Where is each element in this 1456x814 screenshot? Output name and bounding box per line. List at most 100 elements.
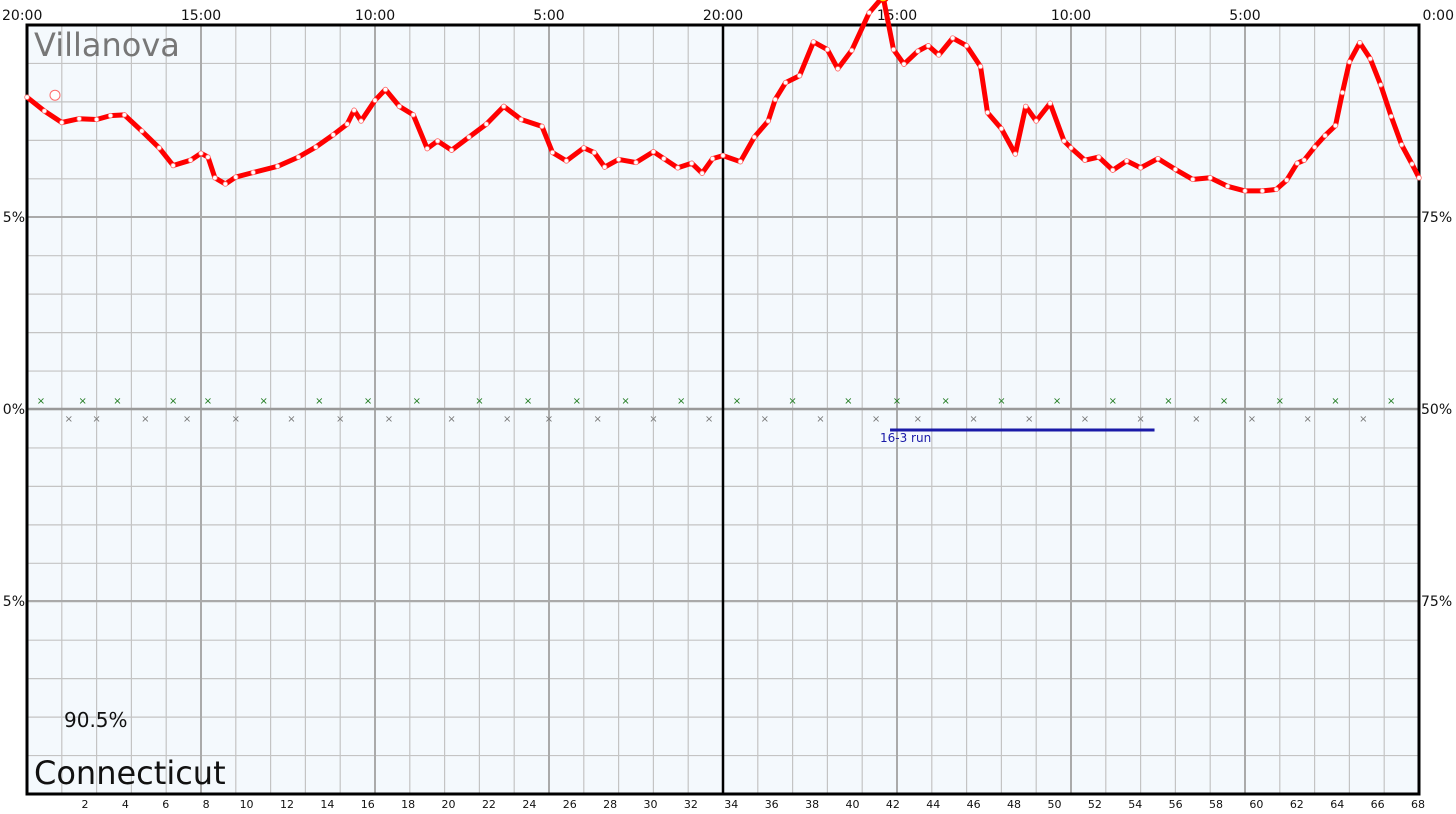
bottom-axis-label: 38 bbox=[805, 798, 819, 811]
score-marker: × bbox=[844, 396, 852, 407]
bottom-axis-label: 16 bbox=[361, 798, 375, 811]
score-marker: × bbox=[1053, 396, 1061, 407]
data-point bbox=[1357, 39, 1363, 46]
score-marker: × bbox=[1136, 414, 1144, 425]
run-label: 16-3 run bbox=[880, 431, 932, 445]
data-point bbox=[187, 157, 194, 163]
data-point bbox=[737, 159, 744, 165]
data-point bbox=[1367, 56, 1373, 62]
score-marker: × bbox=[893, 396, 901, 407]
score-marker: × bbox=[705, 414, 713, 425]
score-marker: × bbox=[997, 396, 1005, 407]
data-point bbox=[1339, 89, 1346, 96]
data-point bbox=[925, 43, 932, 49]
data-point bbox=[351, 107, 357, 113]
score-marker: × bbox=[649, 414, 657, 425]
data-point bbox=[518, 116, 524, 123]
data-point bbox=[1388, 113, 1394, 120]
data-point bbox=[765, 118, 771, 124]
data-point bbox=[313, 144, 319, 150]
data-point bbox=[1172, 166, 1179, 173]
right-axis-label: 75% bbox=[1421, 210, 1452, 226]
data-point bbox=[372, 97, 378, 103]
data-point bbox=[1398, 142, 1405, 148]
data-point bbox=[212, 175, 218, 181]
score-marker: × bbox=[287, 414, 295, 425]
data-point bbox=[1068, 145, 1074, 151]
data-point bbox=[76, 115, 82, 122]
score-marker: × bbox=[475, 396, 483, 407]
data-point bbox=[59, 119, 65, 126]
bottom-axis-label: 66 bbox=[1371, 798, 1385, 811]
bottom-axis-label: 44 bbox=[926, 798, 940, 811]
data-point bbox=[1137, 165, 1144, 171]
data-point bbox=[205, 154, 211, 160]
data-point bbox=[751, 134, 758, 140]
bottom-axis-label: 54 bbox=[1128, 798, 1142, 811]
score-marker: × bbox=[65, 414, 73, 425]
score-marker: × bbox=[816, 414, 824, 425]
data-point bbox=[434, 138, 441, 144]
data-point bbox=[810, 39, 817, 45]
score-marker: × bbox=[594, 414, 602, 425]
bottom-axis-label: 20 bbox=[442, 798, 456, 811]
data-point bbox=[699, 170, 705, 176]
data-point bbox=[835, 66, 841, 72]
bottom-axis-label: 46 bbox=[967, 798, 981, 811]
score-marker: × bbox=[733, 396, 741, 407]
start-probability-label: 90.5% bbox=[64, 708, 128, 732]
data-point bbox=[963, 43, 970, 49]
data-point bbox=[170, 162, 176, 169]
data-point bbox=[650, 149, 657, 155]
team-villanova-label: Villanova bbox=[34, 26, 180, 64]
data-point bbox=[1378, 82, 1384, 88]
score-marker: × bbox=[969, 414, 977, 425]
score-marker: × bbox=[183, 414, 191, 425]
team-connecticut-label: Connecticut bbox=[34, 754, 226, 792]
data-point bbox=[1259, 188, 1266, 194]
score-marker: × bbox=[914, 414, 922, 425]
data-point bbox=[274, 163, 281, 170]
left-axis-label: 0% bbox=[3, 402, 25, 418]
data-point bbox=[1155, 155, 1161, 162]
data-point bbox=[344, 121, 350, 127]
score-marker: × bbox=[872, 414, 880, 425]
data-point bbox=[1123, 158, 1130, 164]
data-point bbox=[382, 86, 389, 93]
data-point bbox=[1190, 176, 1196, 183]
score-marker: × bbox=[1081, 414, 1089, 425]
bottom-axis-label: 14 bbox=[320, 798, 334, 811]
left-axis-label: 5% bbox=[3, 594, 25, 610]
data-point bbox=[1047, 100, 1053, 107]
data-point bbox=[1416, 175, 1422, 181]
score-marker: × bbox=[364, 396, 372, 407]
bottom-axis-label: 30 bbox=[644, 798, 658, 811]
top-axis-label: 5:00 bbox=[1229, 8, 1260, 24]
data-point bbox=[1023, 103, 1029, 110]
data-point bbox=[772, 96, 778, 103]
data-point bbox=[998, 125, 1005, 132]
score-marker: × bbox=[413, 396, 421, 407]
bottom-axis-label: 26 bbox=[563, 798, 577, 811]
bottom-axis-label: 52 bbox=[1088, 798, 1102, 811]
data-point bbox=[139, 128, 145, 134]
data-point bbox=[661, 155, 667, 162]
left-axis-label: 5% bbox=[3, 210, 25, 226]
top-axis-label: 0:00 bbox=[1423, 8, 1454, 24]
data-point bbox=[1224, 183, 1231, 189]
score-marker: × bbox=[232, 414, 240, 425]
data-point bbox=[615, 156, 622, 163]
data-point bbox=[866, 10, 872, 16]
data-point bbox=[824, 46, 831, 53]
data-point bbox=[424, 145, 430, 152]
score-marker: × bbox=[1387, 396, 1395, 407]
data-point bbox=[949, 35, 956, 41]
right-axis-label: 75% bbox=[1421, 594, 1452, 610]
bottom-axis-label: 42 bbox=[886, 798, 900, 811]
score-marker: × bbox=[524, 396, 532, 407]
data-point bbox=[936, 52, 942, 58]
score-marker: × bbox=[677, 396, 685, 407]
data-point bbox=[1207, 175, 1213, 181]
data-point bbox=[1273, 186, 1280, 193]
score-marker: × bbox=[1164, 396, 1172, 407]
